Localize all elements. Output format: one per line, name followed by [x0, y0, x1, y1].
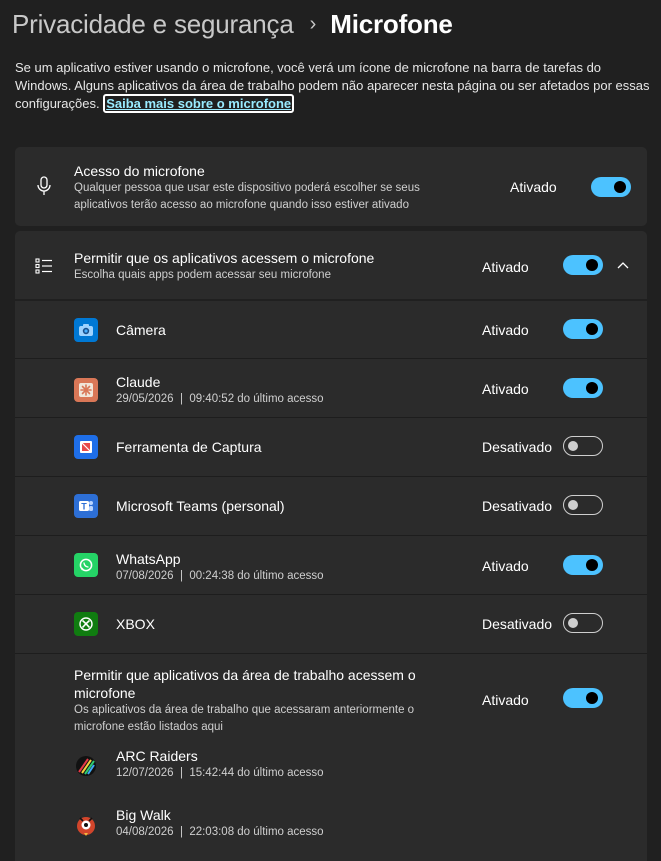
apps-access-header[interactable]: Permitir que os aplicativos acessem o mi…: [15, 231, 647, 299]
claude-toggle[interactable]: [563, 378, 603, 398]
xbox-toggle[interactable]: [563, 613, 603, 633]
mic-access-card: Acesso do microfone Qualquer pessoa que …: [15, 147, 647, 226]
svg-text:T: T: [81, 502, 87, 512]
app-state: Desativado: [482, 498, 553, 514]
app-name: Ferramenta de Captura: [116, 439, 262, 455]
microphone-icon: [33, 175, 55, 197]
chevron-up-icon[interactable]: [613, 255, 633, 275]
mic-access-toggle[interactable]: [591, 177, 631, 197]
apps-access-subtitle: Escolha quais apps podem acessar seu mic…: [74, 269, 331, 281]
camera-app-icon: [74, 318, 98, 342]
desktop-app-row-big-walk: Big Walk 04/08/2026 | 22:03:08 do último…: [15, 798, 647, 852]
whatsapp-app-icon: [74, 553, 98, 577]
desktop-app-row-arc-raiders: ARC Raiders 12/07/2026 | 15:42:44 do últ…: [15, 739, 647, 793]
snipping-tool-icon: [74, 435, 98, 459]
teams-toggle[interactable]: [563, 495, 603, 515]
desktop-access-title: Permitir que aplicativos da área de trab…: [74, 667, 416, 701]
apps-access-group: Permitir que os aplicativos acessem o mi…: [15, 231, 647, 861]
breadcrumb-parent[interactable]: Privacidade e segurança: [12, 9, 294, 40]
breadcrumb-separator: ›: [309, 12, 317, 35]
xbox-app-icon: [74, 612, 98, 636]
divider: [15, 653, 647, 654]
app-last-access: 12/07/2026 | 15:42:44 do último acesso: [116, 767, 324, 779]
toggle-knob: [586, 323, 598, 335]
app-last-access: 07/08/2026 | 00:24:38 do último acesso: [116, 570, 324, 582]
desktop-access-toggle[interactable]: [563, 688, 603, 708]
big-walk-icon: [74, 813, 98, 837]
list-icon: [33, 255, 55, 277]
app-state: Ativado: [482, 558, 529, 574]
whatsapp-toggle[interactable]: [563, 555, 603, 575]
apps-access-toggle[interactable]: [563, 255, 603, 275]
mic-access-state: Ativado: [510, 179, 557, 195]
toggle-knob: [586, 259, 598, 271]
app-row-camera: Câmera Ativado: [15, 301, 647, 359]
toggle-knob: [586, 692, 598, 704]
page-description: Se um aplicativo estiver usando o microf…: [15, 59, 655, 113]
apps-access-title: Permitir que os aplicativos acessem o mi…: [74, 250, 375, 266]
desktop-access-subtitle: Os aplicativos da área de trabalho que a…: [74, 704, 415, 733]
app-state: Ativado: [482, 322, 529, 338]
arc-raiders-icon: [74, 754, 98, 778]
mic-access-subtitle: Qualquer pessoa que usar este dispositiv…: [74, 182, 420, 211]
learn-more-link[interactable]: Saiba mais sobre o microfone: [103, 94, 295, 113]
app-row-claude: Claude 29/05/2026 | 09:40:52 do último a…: [15, 359, 647, 417]
camera-toggle[interactable]: [563, 319, 603, 339]
app-name: XBOX: [116, 616, 155, 632]
app-last-access: 04/08/2026 | 22:03:08 do último acesso: [116, 826, 324, 838]
app-last-access: 29/05/2026 | 09:40:52 do último acesso: [116, 393, 324, 405]
app-name: Claude: [116, 374, 161, 390]
breadcrumb: Privacidade e segurança › Microfone: [12, 4, 453, 44]
toggle-knob: [568, 441, 578, 451]
app-name: Câmera: [116, 322, 166, 338]
app-name: ARC Raiders: [116, 748, 198, 764]
app-state: Desativado: [482, 439, 553, 455]
toggle-knob: [568, 618, 578, 628]
toggle-knob: [614, 181, 626, 193]
app-state: Desativado: [482, 616, 553, 632]
mic-access-title: Acesso do microfone: [74, 163, 205, 179]
toggle-knob: [586, 382, 598, 394]
apps-access-state: Ativado: [482, 259, 529, 275]
app-row-xbox: XBOX Desativado: [15, 595, 647, 653]
page-title: Microfone: [330, 8, 453, 39]
toggle-knob: [586, 559, 598, 571]
teams-app-icon: T: [74, 494, 98, 518]
app-row-whatsapp: WhatsApp 07/08/2026 | 00:24:38 do último…: [15, 536, 647, 594]
app-name: WhatsApp: [116, 551, 181, 567]
desktop-access-state: Ativado: [482, 692, 529, 708]
app-name: Microsoft Teams (personal): [116, 498, 285, 514]
app-row-teams: T Microsoft Teams (personal) Desativado: [15, 477, 647, 535]
app-name: Big Walk: [116, 807, 171, 823]
toggle-knob: [568, 500, 578, 510]
app-row-snipping-tool: Ferramenta de Captura Desativado: [15, 418, 647, 476]
claude-app-icon: [74, 378, 98, 402]
snipping-tool-toggle[interactable]: [563, 436, 603, 456]
app-state: Ativado: [482, 381, 529, 397]
